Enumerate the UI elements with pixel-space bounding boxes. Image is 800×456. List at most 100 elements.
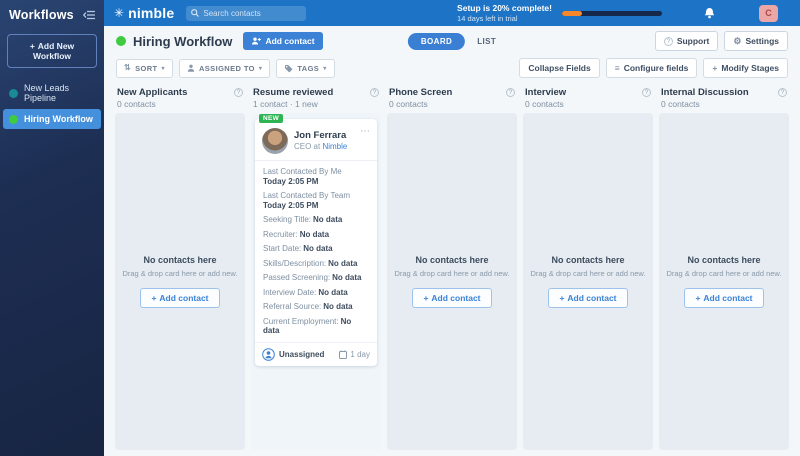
card-menu-icon[interactable]: ⋯ [360, 127, 370, 137]
assignee-control[interactable]: Unassigned [262, 348, 324, 361]
add-contact-column-button[interactable]: + Add contact [548, 287, 628, 308]
column-dropzone[interactable]: No contacts here Drag & drop card here o… [387, 113, 517, 450]
setup-title: Setup is 20% complete! [457, 3, 552, 13]
chevron-down-icon: ▾ [323, 65, 327, 72]
add-new-workflow-button[interactable]: + Add New Workflow [7, 34, 97, 68]
empty-state: No contacts here Drag & drop card here o… [388, 255, 515, 308]
help-icon: ? [663, 36, 673, 46]
field-recruiter: Recruiter: No data [263, 229, 330, 239]
view-toggle: BOARD LIST [407, 32, 496, 50]
column-dropzone[interactable]: No contacts here Drag & drop card here o… [659, 113, 789, 450]
column-header: Internal Discussion ? 0 contacts [659, 86, 789, 113]
sidebar-item-new-leads-pipeline[interactable]: New Leads Pipeline [0, 78, 104, 108]
top-navigation-bar: ✳ nimble Setup is 20% complete! 14 days … [104, 0, 800, 26]
search-icon [191, 9, 200, 17]
empty-subtitle: Drag & drop card here or add new. [122, 269, 238, 279]
empty-subtitle: Drag & drop card here or add new. [530, 269, 646, 279]
sidebar-header: Workflows [0, 0, 104, 28]
tags-button[interactable]: TAGS ▾ [276, 58, 335, 78]
plus-icon: + [423, 292, 429, 303]
contact-card[interactable]: NEW Jon Ferrara CEO at Nimble ⋯ Last Con… [255, 114, 377, 366]
column-count: 0 contacts [661, 99, 700, 109]
add-contact-column-button[interactable]: + Add contact [684, 287, 764, 308]
empty-title: No contacts here [415, 255, 489, 266]
settings-button[interactable]: ⚙ Settings [724, 31, 788, 51]
setup-progress-fill [562, 10, 582, 16]
contact-name[interactable]: Jon Ferrara [294, 130, 347, 142]
column-help-icon[interactable]: ? [642, 88, 651, 97]
contact-avatar[interactable] [262, 128, 288, 154]
plus-icon: + [695, 292, 701, 303]
plus-icon: + [151, 292, 157, 303]
plus-icon: + [29, 41, 35, 51]
column-resume-reviewed: Resume reviewed ? 1 contact · 1 new NEW … [251, 86, 381, 450]
column-dropzone[interactable]: NEW Jon Ferrara CEO at Nimble ⋯ Last Con… [251, 113, 381, 450]
filter-toolbar: ⇅ SORT ▾ ASSIGNED TO ▾ TAGS ▾ Collapse F… [104, 56, 800, 84]
column-help-icon[interactable]: ? [506, 88, 515, 97]
column-header: New Applicants ? 0 contacts [115, 86, 245, 113]
card-footer: Unassigned 1 day [255, 342, 377, 366]
column-name: New Applicants [117, 87, 188, 98]
assigned-to-button[interactable]: ASSIGNED TO ▾ [178, 58, 271, 78]
card-age-label: 1 day [350, 350, 370, 359]
field-interview-date: Interview Date: No data [263, 287, 348, 297]
configure-fields-button[interactable]: ≡ Configure fields [605, 58, 698, 78]
chevron-down-icon: ▾ [161, 65, 165, 72]
empty-state: No contacts here Drag & drop card here o… [660, 255, 787, 308]
empty-title: No contacts here [143, 255, 217, 266]
new-badge: NEW [259, 114, 284, 123]
add-contact-icon [251, 37, 262, 45]
unassigned-person-icon [262, 348, 275, 361]
gear-icon: ⚙ [733, 35, 742, 46]
workflow-dot-icon [9, 88, 18, 98]
list-lines-icon: ≡ [614, 63, 620, 73]
empty-state: No contacts here Drag & drop card here o… [116, 255, 243, 308]
contact-identity: Jon Ferrara CEO at Nimble [294, 130, 347, 152]
add-contact-column-button[interactable]: + Add contact [140, 287, 220, 308]
column-dropzone[interactable]: No contacts here Drag & drop card here o… [115, 113, 245, 450]
sort-arrows-icon: ⇅ [124, 63, 132, 72]
column-help-icon[interactable]: ? [370, 88, 379, 97]
column-dropzone[interactable]: No contacts here Drag & drop card here o… [523, 113, 653, 450]
column-help-icon[interactable]: ? [778, 88, 787, 97]
column-header: Interview ? 0 contacts [523, 86, 653, 113]
modify-stages-button[interactable]: + Modify Stages [703, 58, 788, 78]
setup-subtitle: 14 days left in trial [457, 13, 518, 23]
workflow-status-dot [116, 36, 126, 46]
workflow-header: Hiring Workflow Add contact BOARD LIST ?… [104, 26, 800, 56]
tab-list[interactable]: LIST [477, 37, 496, 46]
support-button[interactable]: ? Support [654, 31, 719, 51]
nimble-logo[interactable]: ✳ nimble [114, 5, 174, 21]
tag-icon [284, 64, 293, 73]
column-internal-discussion: Internal Discussion ? 0 contacts No cont… [659, 86, 789, 450]
field-seeking-title: Seeking Title: No data [263, 215, 343, 224]
chevron-down-icon: ▾ [258, 65, 263, 72]
add-contact-button[interactable]: Add contact [243, 32, 323, 50]
sort-button[interactable]: ⇅ SORT ▾ [116, 58, 173, 78]
add-contact-column-button[interactable]: + Add contact [412, 287, 492, 308]
company-link[interactable]: Nimble [322, 142, 347, 151]
workflows-sidebar: Workflows + Add New Workflow New Leads Pi… [0, 0, 104, 456]
app-window: Workflows + Add New Workflow New Leads Pi… [0, 0, 800, 456]
tab-board[interactable]: BOARD [407, 32, 466, 50]
setup-progress-bar [562, 10, 662, 16]
search-box[interactable] [186, 5, 307, 21]
user-avatar[interactable]: C [759, 4, 778, 22]
setup-progress-text: Setup is 20% complete! 14 days left in t… [457, 3, 552, 23]
sidebar-item-hiring-workflow[interactable]: Hiring Workflow [3, 109, 101, 129]
column-new-applicants: New Applicants ? 0 contacts No contacts … [115, 86, 245, 450]
column-help-icon[interactable]: ? [234, 88, 243, 97]
empty-subtitle: Drag & drop card here or add new. [394, 269, 510, 279]
kanban-board: New Applicants ? 0 contacts No contacts … [104, 84, 800, 456]
search-input[interactable] [203, 8, 302, 18]
notifications-bell-icon[interactable] [704, 7, 715, 19]
field-current-employment: Current Employment: No data [263, 316, 352, 335]
collapse-fields-button[interactable]: Collapse Fields [519, 58, 600, 78]
empty-subtitle: Drag & drop card here or add new. [666, 269, 782, 279]
field-passed-screening: Passed Screening: No data [263, 273, 362, 282]
header-actions: ? Support ⚙ Settings [654, 31, 788, 51]
sidebar-title: Workflows [9, 8, 74, 22]
collapse-sidebar-icon[interactable] [83, 10, 96, 20]
column-name: Resume reviewed [253, 87, 334, 98]
filter-buttons: ⇅ SORT ▾ ASSIGNED TO ▾ TAGS ▾ [116, 58, 335, 78]
